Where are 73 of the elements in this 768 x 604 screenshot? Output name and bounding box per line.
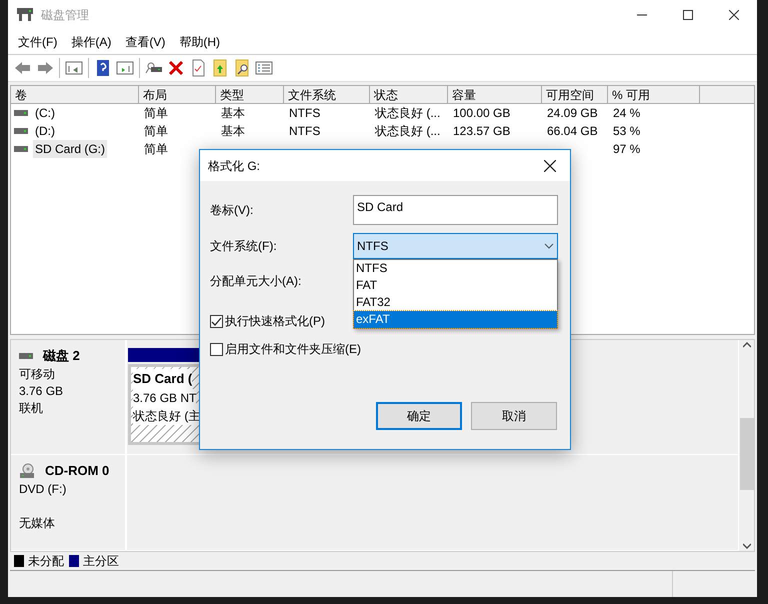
close-icon — [544, 160, 556, 172]
disk-detail: DVD (F:) — [19, 480, 66, 498]
legend-label: 主分区 — [83, 553, 119, 570]
app-icon — [17, 8, 33, 22]
table-cell-text: 基本 — [220, 105, 246, 122]
menu-item[interactable]: 查看(V) — [119, 33, 172, 51]
dropdown-option[interactable]: FAT32 — [354, 294, 557, 311]
table-cell-text: 100.00 GB — [452, 105, 512, 122]
partition-detail: 3.76 GB NT — [133, 388, 196, 406]
menu-item[interactable]: 操作(A) — [65, 33, 118, 51]
menu-item[interactable]: 帮助(H) — [173, 33, 226, 51]
table-cell[interactable]: (C:) — [33, 104, 57, 122]
checkbox[interactable] — [210, 314, 223, 328]
table-cell-text: NTFS — [288, 105, 322, 122]
partition-detail: 状态良好 (主 — [133, 406, 200, 424]
dialog-title: 格式化 G: — [208, 158, 260, 174]
column-header[interactable]: 可用空间 — [542, 86, 608, 103]
disk-detail: 联机 — [19, 400, 43, 416]
column-header[interactable]: 布局 — [139, 86, 216, 103]
close-icon — [729, 10, 739, 20]
table-cell-text: 状态良好 (... — [374, 105, 442, 122]
table-cell-text: 简单 — [143, 141, 169, 158]
chevron-down-icon — [544, 243, 554, 249]
drive-icon — [19, 352, 33, 359]
table-cell-text: 66.04 GB — [546, 123, 599, 140]
table-cell-text: 123.57 GB — [452, 123, 512, 140]
field-label: 分配单元大小(A): — [210, 273, 302, 290]
volume-label-field[interactable]: SD Card — [353, 195, 558, 225]
dropdown-option[interactable]: exFAT — [354, 311, 557, 328]
checkbox[interactable] — [210, 342, 223, 356]
scroll-down-icon[interactable] — [742, 543, 750, 549]
scrollbar[interactable] — [738, 340, 754, 551]
dropdown-option[interactable]: FAT — [354, 277, 557, 294]
table-cell-text: NTFS — [288, 123, 322, 140]
dropdown-option[interactable]: NTFS — [354, 260, 557, 277]
table-cell-text: 基本 — [220, 123, 246, 140]
disk-detail: 3.76 GB — [19, 382, 64, 400]
menu-item[interactable]: 文件(F) — [12, 33, 64, 51]
disk-name: CD-ROM 0 — [45, 462, 110, 480]
legend-label: 未分配 — [28, 553, 64, 570]
table-cell[interactable]: SD Card (G:) — [33, 140, 108, 158]
table-cell-text: 97 % — [612, 141, 642, 158]
cd-drive-icon — [19, 462, 35, 479]
table-cell[interactable]: (D:) — [33, 122, 57, 140]
file-system-dropdown[interactable]: NTFS — [353, 233, 558, 259]
drive-icon — [14, 128, 28, 134]
table-cell-text: 简单 — [143, 105, 169, 122]
dialog-button[interactable]: 取消 — [471, 402, 557, 430]
dialog-button[interactable]: 确定 — [376, 402, 462, 430]
scroll-up-icon[interactable] — [742, 342, 750, 348]
column-header[interactable]: 容量 — [448, 86, 542, 103]
table-cell-text: 状态良好 (... — [374, 123, 442, 140]
column-header[interactable]: 状态 — [370, 86, 448, 103]
table-cell-text: 简单 — [143, 123, 169, 140]
drive-icon — [14, 110, 28, 116]
partition-title: SD Card ( — [133, 369, 192, 388]
maximize-icon — [683, 10, 693, 20]
checkbox-label: 启用文件和文件夹压缩(E) — [225, 341, 361, 358]
table-cell-text: 53 % — [612, 123, 642, 140]
column-header[interactable]: 文件系统 — [284, 86, 370, 103]
window-title: 磁盘管理 — [41, 7, 89, 24]
column-header[interactable]: 卷 — [11, 86, 139, 103]
table-cell-text: 24 % — [612, 105, 642, 122]
field-label: 卷标(V): — [210, 202, 254, 219]
disk-detail: 可移动 — [19, 366, 55, 382]
column-header[interactable]: 类型 — [216, 86, 284, 103]
drive-icon — [14, 146, 28, 152]
field-label: 文件系统(F): — [210, 238, 278, 255]
column-header[interactable]: % 可用 — [608, 86, 700, 103]
checkbox-label: 执行快速格式化(P) — [225, 313, 325, 330]
disk-name: 磁盘 2 — [43, 347, 80, 365]
table-cell-text: 24.09 GB — [546, 105, 599, 122]
disk-detail: 无媒体 — [19, 514, 55, 532]
